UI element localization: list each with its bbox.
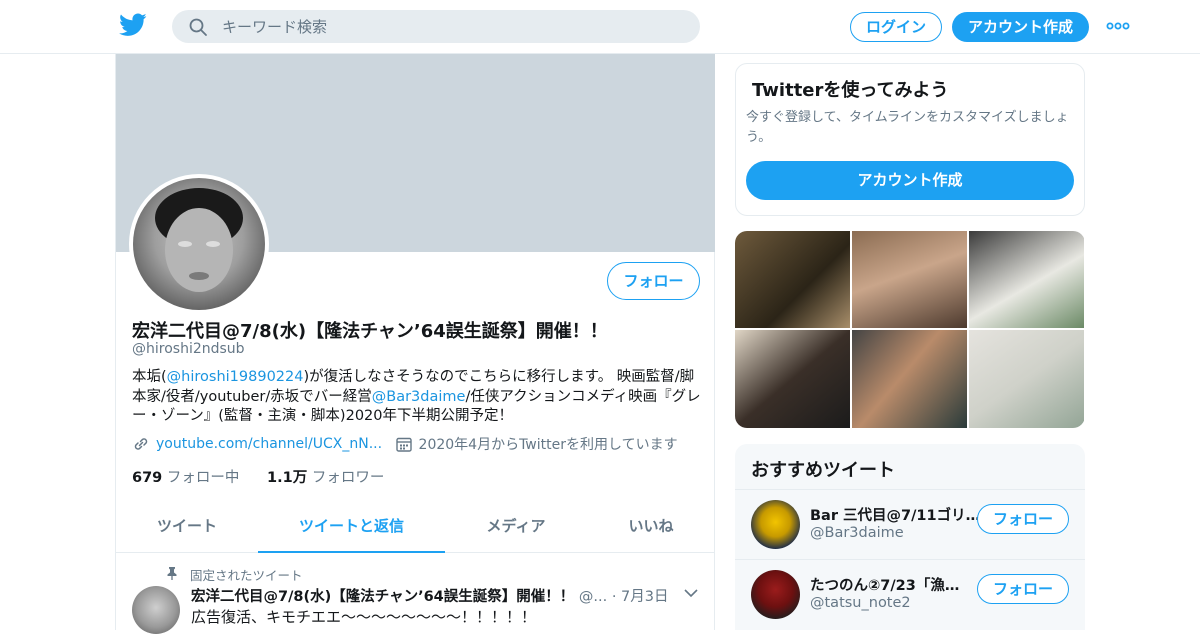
bio-mention-link[interactable]: @Bar3daime — [372, 389, 466, 405]
pinned-tweet[interactable]: 固定されたツイート 宏洋二代目@7/8(水)【隆法チャン’64誤生誕祭】開催！！… — [116, 554, 715, 634]
gallery-photo[interactable] — [852, 330, 967, 428]
tab-media[interactable]: メディア — [445, 501, 587, 553]
avatar[interactable] — [751, 570, 800, 619]
signup-button[interactable]: アカウント作成 — [952, 12, 1089, 42]
recommended-item[interactable]: たつのん②7/23「漁… @tatsu_note2 フォロー — [735, 559, 1085, 629]
search-icon — [189, 18, 207, 36]
profile-website-link[interactable]: youtube.com/channel/UCX_nN... — [156, 436, 382, 452]
gallery-photo[interactable] — [852, 231, 967, 328]
more-options-icon[interactable] — [1106, 17, 1130, 35]
following-count-link[interactable]: 679 フォロー中 — [132, 470, 239, 486]
profile-link-item: youtube.com/channel/UCX_nN... — [132, 435, 382, 453]
signup-card: Twitterを使ってみよう 今すぐ登録して、タイムラインをカスタマイズしましょ… — [735, 63, 1085, 216]
avatar[interactable] — [751, 500, 800, 549]
recommended-accounts: おすすめツイート Bar 三代目@7/11ゴリ… @Bar3daime フォロー… — [735, 444, 1085, 630]
search-input[interactable] — [222, 10, 682, 43]
bio-text: 本垢( — [132, 369, 167, 385]
twitter-bird-icon[interactable] — [119, 12, 147, 38]
profile-handle: @hiroshi2ndsub — [132, 341, 245, 357]
profile-meta: youtube.com/channel/UCX_nN... 2020年4月からT… — [132, 434, 686, 457]
recommended-name[interactable]: たつのん②7/23「漁… — [810, 574, 959, 595]
media-gallery — [735, 231, 1085, 428]
followers-count-link[interactable]: 1.1万 フォロワー — [267, 470, 384, 486]
profile-joined-item: 2020年4月からTwitterを利用しています — [395, 434, 678, 454]
recommended-item[interactable]: Bar 三代目@7/11ゴリ… @Bar3daime フォロー — [735, 489, 1085, 559]
calendar-icon — [395, 437, 412, 452]
gallery-photo[interactable] — [969, 330, 1084, 428]
link-icon — [134, 438, 148, 450]
profile-tabs: ツイート ツイートと返信 メディア いいね — [116, 501, 715, 553]
follow-counts: 679 フォロー中 1.1万 フォロワー — [132, 466, 384, 487]
chevron-down-icon[interactable] — [684, 588, 698, 598]
tab-likes[interactable]: いいね — [587, 501, 715, 553]
tweet-author-avatar[interactable] — [132, 586, 180, 634]
signup-card-description: 今すぐ登録して、タイムラインをカスタマイズしましょう。 — [746, 110, 1069, 145]
recommended-title: おすすめツイート — [751, 460, 895, 481]
top-navigation-bar: ログイン アカウント作成 — [0, 0, 1200, 54]
profile-bio: 本垢(@hiroshi19890224)が復活しなさそうなのでこちらに移行します… — [132, 368, 702, 427]
tab-tweets-and-replies[interactable]: ツイートと返信 — [258, 501, 445, 553]
recommended-handle: @tatsu_note2 — [810, 595, 911, 611]
recommended-name[interactable]: Bar 三代目@7/11ゴリ… — [810, 504, 980, 525]
recommended-handle: @Bar3daime — [810, 525, 904, 541]
tweet-header: 宏洋二代目@7/8(水)【隆法チャン’64誤生誕祭】開催！！ @... · 7月… — [191, 585, 669, 606]
profile-column: フォロー 宏洋二代目@7/8(水)【隆法チャン’64誤生誕祭】開催！！ @hir… — [115, 54, 715, 634]
follow-button[interactable]: フォロー — [607, 262, 700, 300]
pinned-label: 固定されたツイート — [190, 568, 303, 583]
pin-icon — [167, 567, 177, 580]
avatar-photo — [133, 178, 265, 310]
tweet-handle-date[interactable]: @... · 7月3日 — [579, 589, 669, 605]
tweet-text: 広告復活、キモチエエ〜〜〜〜〜〜〜〜！！！！！ — [191, 608, 537, 626]
bio-mention-link[interactable]: @hiroshi19890224 — [167, 369, 304, 385]
tab-tweets[interactable]: ツイート — [116, 501, 258, 553]
follow-button[interactable]: フォロー — [977, 574, 1069, 604]
tweet-author-name[interactable]: 宏洋二代目@7/8(水)【隆法チャン’64誤生誕祭】開催！！ — [191, 589, 574, 605]
avatar-face-image — [155, 188, 243, 292]
gallery-photo[interactable] — [735, 330, 850, 428]
profile-name: 宏洋二代目@7/8(水)【隆法チャン’64誤生誕祭】開催！！ — [132, 321, 608, 342]
joined-date: 2020年4月からTwitterを利用しています — [418, 437, 678, 453]
gallery-photo[interactable] — [735, 231, 850, 328]
follow-button[interactable]: フォロー — [977, 504, 1069, 534]
gallery-photo[interactable] — [969, 231, 1084, 328]
login-button[interactable]: ログイン — [850, 12, 942, 42]
signup-card-button[interactable]: アカウント作成 — [746, 161, 1074, 200]
profile-avatar[interactable] — [129, 174, 269, 314]
search-bar[interactable] — [172, 10, 700, 43]
signup-card-title: Twitterを使ってみよう — [752, 80, 949, 101]
